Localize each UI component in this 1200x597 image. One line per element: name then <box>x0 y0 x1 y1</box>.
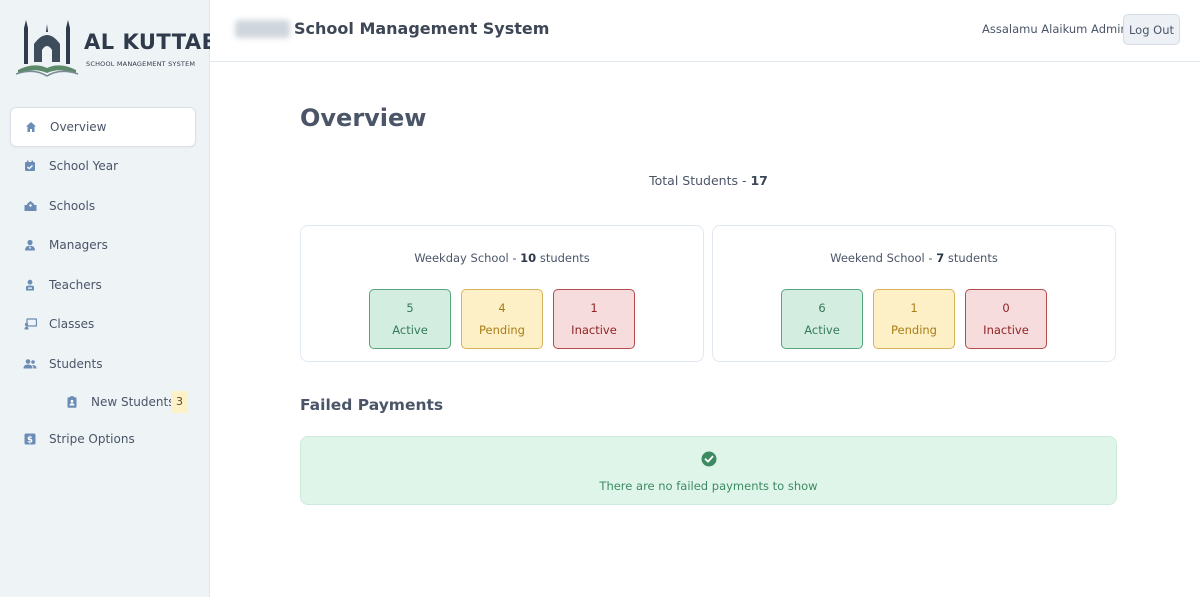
sidebar-item-school-year[interactable]: School Year <box>10 147 196 187</box>
failed-payments-title: Failed Payments <box>300 396 444 414</box>
weekend-school-card: Weekend School - 7 students 6 Active 1 P… <box>712 225 1116 362</box>
weekend-status-stats: 6 Active 1 Pending 0 Inactive <box>781 289 1047 349</box>
weekday-inactive-count: 1 <box>590 301 598 315</box>
total-students-label: Total Students - <box>649 173 751 188</box>
sidebar-item-label: Managers <box>49 238 108 253</box>
home-icon <box>24 120 38 134</box>
weekday-school-suffix: students <box>536 251 590 265</box>
total-students: Total Students - 17 <box>300 173 1117 188</box>
page-title: Overview <box>300 104 427 132</box>
dollar-icon: $ <box>23 432 37 446</box>
sidebar-item-schools[interactable]: Schools <box>10 186 196 226</box>
sidebar-item-label: New Students <box>91 394 175 409</box>
sidebar-item-label: Teachers <box>49 277 102 292</box>
weekday-pending-count: 4 <box>498 301 506 315</box>
weekday-school-card: Weekday School - 10 students 5 Active 4 … <box>300 225 704 362</box>
users-icon <box>23 357 37 371</box>
weekday-inactive-stat[interactable]: 1 Inactive <box>553 289 635 349</box>
user-tie-icon <box>23 238 37 252</box>
total-students-value: 17 <box>750 173 768 188</box>
weekend-active-count: 6 <box>818 301 826 315</box>
brand-logo[interactable]: AL KUTTAB SCHOOL MANAGEMENT SYSTEM <box>14 14 218 84</box>
school-icon <box>23 199 37 213</box>
weekday-pending-label: Pending <box>479 323 525 337</box>
weekend-pending-stat[interactable]: 1 Pending <box>873 289 955 349</box>
redacted-school-name <box>235 20 290 38</box>
top-header: School Management System Assalamu Alaiku… <box>210 0 1200 62</box>
weekend-school-title: Weekend School - 7 students <box>713 251 1115 265</box>
weekday-inactive-label: Inactive <box>571 323 617 337</box>
app-title: School Management System <box>294 19 550 38</box>
sidebar-item-label: Overview <box>50 119 107 134</box>
weekend-active-label: Active <box>804 323 840 337</box>
sidebar-item-new-students[interactable]: New Students 3 <box>10 384 196 420</box>
brand-subtitle: SCHOOL MANAGEMENT SYSTEM <box>86 60 196 68</box>
sidebar-item-classes[interactable]: Classes <box>10 305 196 345</box>
weekday-status-stats: 5 Active 4 Pending 1 Inactive <box>369 289 635 349</box>
brand-name: AL KUTTAB <box>84 30 219 54</box>
clipboard-user-icon <box>65 395 79 409</box>
weekday-school-count: 10 <box>520 251 537 265</box>
weekend-school-suffix: students <box>944 251 998 265</box>
weekend-pending-label: Pending <box>891 323 937 337</box>
sidebar-item-overview[interactable]: Overview <box>10 107 196 147</box>
svg-text:$: $ <box>27 436 33 446</box>
weekday-active-stat[interactable]: 5 Active <box>369 289 451 349</box>
weekday-school-label: Weekday School - <box>414 251 521 265</box>
weekday-school-title: Weekday School - 10 students <box>301 251 703 265</box>
logout-button[interactable]: Log Out <box>1123 14 1180 45</box>
weekday-pending-stat[interactable]: 4 Pending <box>461 289 543 349</box>
sidebar-item-stripe-options[interactable]: $ Stripe Options <box>10 420 196 460</box>
failed-payments-empty-alert: There are no failed payments to show <box>300 436 1117 505</box>
weekend-inactive-label: Inactive <box>983 323 1029 337</box>
sidebar-item-teachers[interactable]: Teachers <box>10 265 196 305</box>
sidebar-item-label: Stripe Options <box>49 432 135 447</box>
weekday-active-count: 5 <box>406 301 414 315</box>
user-greeting: Assalamu Alaikum Admin <box>982 22 1128 36</box>
sidebar-item-label: School Year <box>49 159 119 174</box>
sidebar-item-label: Students <box>49 356 103 371</box>
sidebar-item-label: Classes <box>49 317 95 332</box>
calendar-icon <box>23 159 37 173</box>
sidebar: AL KUTTAB SCHOOL MANAGEMENT SYSTEM Overv… <box>0 0 218 597</box>
sidebar-item-managers[interactable]: Managers <box>10 226 196 266</box>
weekend-inactive-stat[interactable]: 0 Inactive <box>965 289 1047 349</box>
weekend-active-stat[interactable]: 6 Active <box>781 289 863 349</box>
weekend-school-label: Weekend School - <box>830 251 937 265</box>
check-circle-icon <box>701 451 717 467</box>
teacher-icon <box>23 278 37 292</box>
failed-payments-empty-message: There are no failed payments to show <box>599 479 818 493</box>
new-students-count-badge: 3 <box>171 390 188 413</box>
chalkboard-icon <box>23 317 37 331</box>
sidebar-nav: Overview School Year Schools Managers Te… <box>10 107 196 459</box>
weekday-active-label: Active <box>392 323 428 337</box>
weekend-pending-count: 1 <box>910 301 918 315</box>
sidebar-item-label: Schools <box>49 198 96 213</box>
weekend-inactive-count: 0 <box>1002 301 1010 315</box>
mosque-book-logo-icon <box>15 20 79 77</box>
sidebar-item-students[interactable]: Students <box>10 344 196 384</box>
